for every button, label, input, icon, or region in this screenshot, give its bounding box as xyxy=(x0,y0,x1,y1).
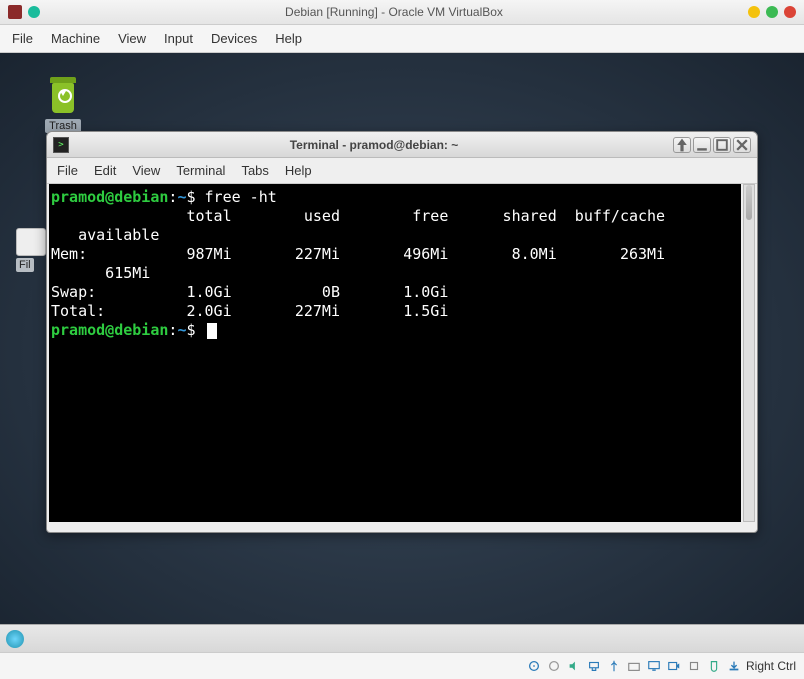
status-audio-icon[interactable] xyxy=(566,658,582,674)
status-display-icon[interactable] xyxy=(646,658,662,674)
trash-icon xyxy=(42,75,84,117)
menu-input[interactable]: Input xyxy=(164,31,193,46)
menu-help[interactable]: Help xyxy=(275,31,302,46)
term-menu-help[interactable]: Help xyxy=(285,163,312,178)
status-optical-icon[interactable] xyxy=(546,658,562,674)
status-cpu-icon[interactable] xyxy=(686,658,702,674)
vbox-titlebar: Debian [Running] - Oracle VM VirtualBox xyxy=(0,0,804,25)
terminal-title: Terminal - pramod@debian: ~ xyxy=(75,138,673,152)
term-menu-terminal[interactable]: Terminal xyxy=(176,163,225,178)
status-network-icon[interactable] xyxy=(586,658,602,674)
start-menu-button[interactable] xyxy=(6,630,24,648)
terminal-maximize-button[interactable] xyxy=(713,137,731,153)
desktop-files-partial[interactable]: Fil xyxy=(16,228,46,272)
status-hdd-icon[interactable] xyxy=(526,658,542,674)
term-menu-view[interactable]: View xyxy=(132,163,160,178)
terminal-menubar: File Edit View Terminal Tabs Help xyxy=(47,158,757,184)
close-button[interactable] xyxy=(784,6,796,18)
terminal-output[interactable]: pramod@debian:~$ free -ht total used fre… xyxy=(49,184,741,522)
vbox-menubar: File Machine View Input Devices Help xyxy=(0,25,804,53)
vbox-app-icon xyxy=(8,5,22,19)
menu-machine[interactable]: Machine xyxy=(51,31,100,46)
terminal-ontop-button[interactable] xyxy=(673,137,691,153)
window-traffic-lights xyxy=(748,6,796,18)
status-shared-folder-icon[interactable] xyxy=(626,658,642,674)
vbox-statusbar: Right Ctrl xyxy=(0,652,804,679)
status-usb-icon[interactable] xyxy=(606,658,622,674)
guest-desktop[interactable]: Trash Fil Terminal - pramod@debian: ~ xyxy=(0,53,804,652)
status-hostkey-label: Right Ctrl xyxy=(746,659,796,673)
term-menu-edit[interactable]: Edit xyxy=(94,163,116,178)
terminal-close-button[interactable] xyxy=(733,137,751,153)
terminal-titlebar[interactable]: Terminal - pramod@debian: ~ xyxy=(47,132,757,158)
guest-taskbar[interactable] xyxy=(0,624,804,652)
menu-view[interactable]: View xyxy=(118,31,146,46)
maximize-button[interactable] xyxy=(766,6,778,18)
scroll-thumb[interactable] xyxy=(746,185,752,220)
terminal-window[interactable]: Terminal - pramod@debian: ~ File Edit Vi… xyxy=(46,131,758,533)
menu-file[interactable]: File xyxy=(12,31,33,46)
files-label: Fil xyxy=(16,258,34,272)
terminal-minimize-button[interactable] xyxy=(693,137,711,153)
desktop-trash[interactable]: Trash xyxy=(42,75,84,133)
files-icon xyxy=(16,228,46,256)
vbox-window-title: Debian [Running] - Oracle VM VirtualBox xyxy=(40,5,748,19)
terminal-scrollbar[interactable] xyxy=(743,184,755,522)
term-menu-file[interactable]: File xyxy=(57,163,78,178)
status-hostkey-icon[interactable] xyxy=(726,658,742,674)
minimize-button[interactable] xyxy=(748,6,760,18)
status-mouse-icon[interactable] xyxy=(706,658,722,674)
term-menu-tabs[interactable]: Tabs xyxy=(241,163,268,178)
menu-devices[interactable]: Devices xyxy=(211,31,257,46)
terminal-app-icon xyxy=(53,137,69,153)
titlebar-dot-icon xyxy=(28,6,40,18)
status-recording-icon[interactable] xyxy=(666,658,682,674)
